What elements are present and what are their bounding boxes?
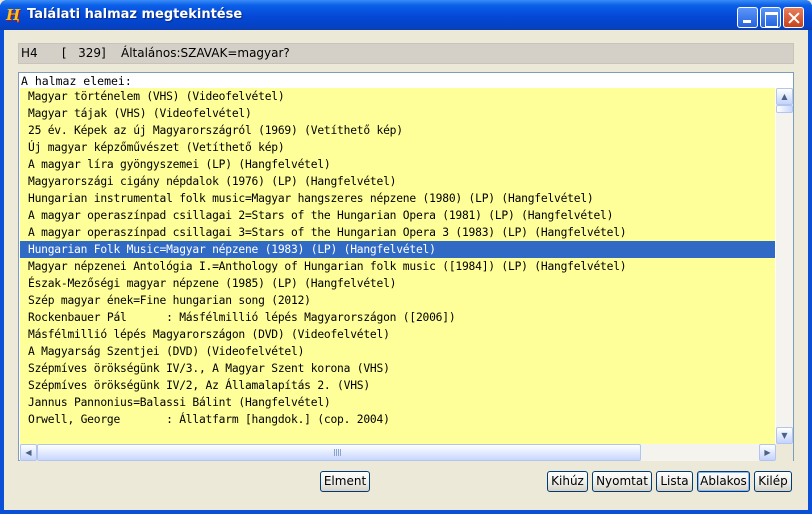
minimize-button[interactable] bbox=[737, 7, 758, 28]
window-title: Találati halmaz megtekintése bbox=[27, 7, 243, 22]
result-count: [ 329] bbox=[62, 46, 106, 60]
scroll-up-button[interactable]: ▲ bbox=[776, 88, 793, 105]
list-item[interactable]: Szépmíves örökségünk IV/3., A Magyar Sze… bbox=[20, 360, 775, 377]
print-button[interactable]: Nyomtat bbox=[592, 471, 652, 492]
scroll-down-button[interactable]: ▼ bbox=[776, 427, 793, 444]
scrollbar-corner bbox=[776, 444, 793, 461]
list-item[interactable]: Hungarian instrumental folk music=Magyar… bbox=[20, 190, 775, 207]
horizontal-scrollbar[interactable]: ◀ ▶ bbox=[20, 444, 776, 461]
list-item[interactable]: A Magyarság Szentjei (DVD) (Videofelvéte… bbox=[20, 343, 775, 360]
windowed-button[interactable]: Ablakos bbox=[697, 471, 750, 492]
app-logo-icon[interactable]: Ң bbox=[6, 6, 24, 24]
list-item[interactable]: Rockenbauer Pál : Másfélmillió lépés Mag… bbox=[20, 309, 775, 326]
result-list-box: A halmaz elemei: Magyar történelem (VHS)… bbox=[18, 72, 794, 461]
list-item[interactable]: Orwell, George : Állatfarm [hangdok.] (c… bbox=[20, 411, 775, 428]
app-window: Ң Találati halmaz megtekintése H4 [ 329]… bbox=[0, 0, 812, 514]
grip-icon bbox=[334, 449, 342, 456]
list-item[interactable]: Magyar tájak (VHS) (Videofelvétel) bbox=[20, 105, 775, 122]
vertical-scroll-thumb[interactable] bbox=[776, 105, 793, 113]
list-item[interactable]: A magyar operaszínpad csillagai 2=Stars … bbox=[20, 207, 775, 224]
list-item[interactable]: A magyar operaszínpad csillagai 3=Stars … bbox=[20, 224, 775, 241]
horizontal-scroll-thumb[interactable] bbox=[37, 444, 641, 461]
exit-button[interactable]: Kilép bbox=[754, 471, 792, 492]
list-item[interactable]: Jannus Pannonius=Balassi Bálint (Hangfel… bbox=[20, 394, 775, 411]
save-button[interactable]: Elment bbox=[320, 471, 370, 492]
scroll-left-button[interactable]: ◀ bbox=[20, 444, 37, 461]
list-item[interactable]: Szépmíves örökségünk IV/2, Az Államalapí… bbox=[20, 377, 775, 394]
export-button[interactable]: Kihúz bbox=[547, 471, 588, 492]
list-header: A halmaz elemei: bbox=[21, 74, 132, 88]
result-list[interactable]: Magyar történelem (VHS) (Videofelvétel) M… bbox=[20, 88, 775, 444]
list-item[interactable]: Magyarországi cigány népdalok (1976) (LP… bbox=[20, 173, 775, 190]
close-button[interactable] bbox=[783, 7, 804, 28]
list-button[interactable]: Lista bbox=[656, 471, 693, 492]
list-item[interactable]: A magyar líra gyöngyszemei (LP) (Hangfel… bbox=[20, 156, 775, 173]
query-summary: H4 [ 329] Általános:SZAVAK=magyar? bbox=[18, 43, 794, 64]
list-item[interactable]: Másfélmillió lépés Magyarországon (DVD) … bbox=[20, 326, 775, 343]
set-id: H4 bbox=[21, 46, 38, 60]
list-item[interactable]: Magyar népzenei Antológia I.=Anthology o… bbox=[20, 258, 775, 275]
list-item[interactable]: Észak-Mezőségi magyar népzene (1985) (LP… bbox=[20, 275, 775, 292]
list-item[interactable]: Új magyar képzőművészet (Vetíthető kép) bbox=[20, 139, 775, 156]
maximize-button[interactable] bbox=[760, 7, 781, 28]
title-bar[interactable]: Ң Találati halmaz megtekintése bbox=[0, 0, 812, 30]
query-expression: Általános:SZAVAK=magyar? bbox=[121, 46, 290, 60]
list-item[interactable]: Magyar történelem (VHS) (Videofelvétel) bbox=[20, 88, 775, 105]
list-item[interactable]: 25 év. Képek az új Magyarországról (1969… bbox=[20, 122, 775, 139]
dialog-body: H4 [ 329] Általános:SZAVAK=magyar? A hal… bbox=[4, 30, 808, 510]
vertical-scrollbar[interactable]: ▲ ▼ bbox=[776, 88, 793, 444]
list-item[interactable]: Hungarian Folk Music=Magyar népzene (198… bbox=[20, 241, 775, 258]
list-item[interactable]: Szép magyar ének=Fine hungarian song (20… bbox=[20, 292, 775, 309]
scroll-right-button[interactable]: ▶ bbox=[759, 444, 776, 461]
